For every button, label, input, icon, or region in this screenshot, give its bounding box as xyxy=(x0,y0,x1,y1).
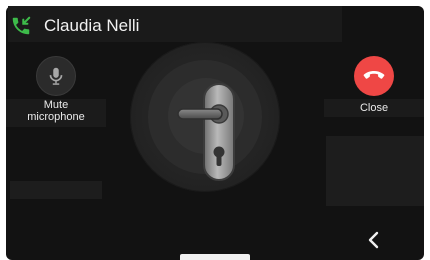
close-call-button[interactable] xyxy=(354,56,394,96)
right-panel xyxy=(326,136,424,206)
left-panel xyxy=(10,181,102,199)
mute-microphone-label: Mute microphone xyxy=(6,99,106,127)
phone-incoming-icon xyxy=(12,16,31,35)
door-lock-icon[interactable] xyxy=(168,82,248,182)
close-call-label: Close xyxy=(324,99,424,117)
home-indicator xyxy=(180,254,250,260)
microphone-icon xyxy=(49,67,63,85)
caller-name: Claudia Nelli xyxy=(44,16,140,35)
phone-hangup-icon xyxy=(363,71,385,79)
mute-microphone-button[interactable] xyxy=(36,56,76,96)
chevron-left-icon[interactable] xyxy=(360,226,388,254)
